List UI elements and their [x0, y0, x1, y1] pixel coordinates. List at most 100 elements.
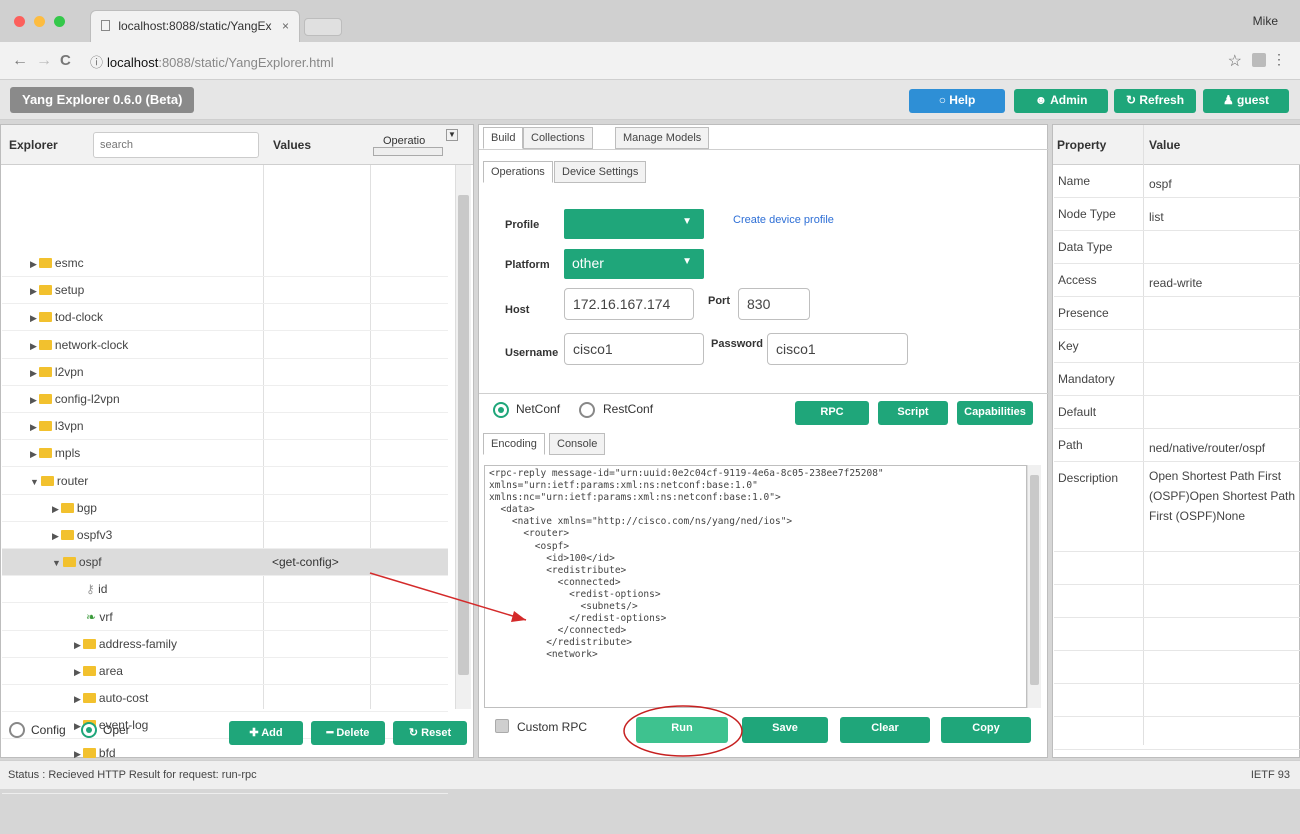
tree-node[interactable]: ▶ setup	[30, 283, 84, 297]
site-info-icon[interactable]: ⓘ	[90, 55, 103, 70]
tree-node[interactable]: ▶ bgp	[52, 501, 97, 515]
tree-row[interactable]: ▶ l2vpn	[2, 359, 448, 386]
tree-row[interactable]: ▶ bgp	[2, 495, 448, 522]
tree-row[interactable]: ▶ auto-cost	[2, 685, 448, 713]
browser-user-name[interactable]: Mike	[1253, 14, 1278, 28]
port-field[interactable]: 830	[738, 288, 810, 320]
new-tab-button[interactable]	[304, 18, 342, 36]
tree-row[interactable]: ▶ address-family	[2, 631, 448, 658]
back-icon[interactable]: ←	[12, 52, 28, 70]
tab-build[interactable]: Build	[483, 127, 524, 149]
collapsed-arrow-icon[interactable]: ▶	[52, 504, 59, 514]
column-menu-icon[interactable]: ▼	[446, 129, 458, 141]
admin-button[interactable]: ☻ Admin	[1014, 89, 1108, 113]
collapsed-arrow-icon[interactable]: ▶	[30, 449, 37, 459]
tree-node[interactable]: ▶ l3vpn	[30, 419, 84, 433]
tree-row[interactable]: ▶ l3vpn	[2, 413, 448, 441]
tree-node[interactable]: ▶ esmc	[30, 256, 84, 270]
tab-device-settings[interactable]: Device Settings	[554, 161, 647, 183]
browser-menu-icon[interactable]: ⋮	[1272, 51, 1286, 68]
tree-row[interactable]: ▶ ospfv3	[2, 522, 448, 549]
tree-node[interactable]: ⚷ id	[86, 582, 107, 596]
capabilities-button[interactable]: Capabilities	[957, 401, 1033, 425]
collapsed-arrow-icon[interactable]: ▶	[30, 341, 37, 351]
tree-row[interactable]: ▶ config-l2vpn	[2, 386, 448, 413]
expanded-arrow-icon[interactable]: ▼	[52, 558, 61, 568]
collapsed-arrow-icon[interactable]: ▶	[30, 368, 37, 378]
tree-row[interactable]: ▼ router	[2, 468, 448, 495]
host-field[interactable]: 172.16.167.174	[564, 288, 694, 320]
collapsed-arrow-icon[interactable]: ▶	[74, 721, 81, 731]
tab-encoding[interactable]: Encoding	[483, 433, 545, 455]
tree-row[interactable]: ❧ vrf	[2, 604, 448, 631]
tree-node-value[interactable]: <get-config>	[272, 555, 339, 569]
clear-button[interactable]: Clear	[840, 717, 930, 743]
collapsed-arrow-icon[interactable]: ▶	[74, 749, 81, 759]
tree-node[interactable]: ▶ auto-cost	[74, 691, 148, 705]
expanded-arrow-icon[interactable]: ▼	[30, 477, 39, 487]
xml-output[interactable]: <rpc-reply message-id="urn:uuid:0e2c04cf…	[484, 465, 1027, 708]
copy-button[interactable]: Copy	[941, 717, 1031, 743]
custom-rpc-checkbox[interactable]	[495, 719, 509, 733]
bookmark-star-icon[interactable]: ☆	[1228, 51, 1242, 71]
user-button[interactable]: ♟ guest	[1203, 89, 1289, 113]
operation-scroll-control[interactable]	[373, 147, 443, 156]
tree-node[interactable]: ❧ vrf	[86, 610, 113, 624]
username-field[interactable]: cisco1	[564, 333, 704, 365]
tree-scrollbar[interactable]	[455, 165, 471, 709]
password-field[interactable]: cisco1	[767, 333, 908, 365]
refresh-button[interactable]: ↻ Refresh	[1114, 89, 1196, 113]
config-radio[interactable]	[9, 722, 25, 738]
url-field[interactable]: ⓘ localhost:8088/static/YangExplorer.html	[90, 52, 334, 71]
tree-row[interactable]: ▶ esmc	[2, 250, 448, 277]
tree-node[interactable]: ▶ address-family	[74, 637, 177, 651]
collapsed-arrow-icon[interactable]: ▶	[74, 640, 81, 650]
save-button[interactable]: Save	[742, 717, 828, 743]
tree-row[interactable]: ▶ mpls	[2, 440, 448, 468]
tree-row[interactable]: ▶ area	[2, 658, 448, 685]
tree-node[interactable]: ▶ network-clock	[30, 338, 128, 352]
forward-icon[interactable]: →	[36, 52, 52, 70]
rpc-button[interactable]: RPC	[795, 401, 869, 425]
tree-row[interactable]: ▶ network-clock	[2, 332, 448, 359]
add-button[interactable]: ✚ Add	[229, 721, 303, 745]
tree-node[interactable]: ▼ ospf	[52, 555, 102, 569]
tree-node[interactable]: ▼ router	[30, 474, 88, 488]
minimize-window-icon[interactable]	[34, 16, 45, 27]
browser-tab[interactable]: localhost:8088/static/YangEx ×	[90, 10, 300, 42]
profile-select[interactable]: ▼	[564, 209, 704, 239]
tree-row[interactable]: ⚷ id	[2, 576, 448, 604]
maximize-window-icon[interactable]	[54, 16, 65, 27]
tab-close-icon[interactable]: ×	[282, 19, 289, 33]
tree-node[interactable]: ▶ ospfv3	[52, 528, 112, 542]
collapsed-arrow-icon[interactable]: ▶	[74, 667, 81, 677]
tree-node[interactable]: ▶ tod-clock	[30, 310, 103, 324]
tab-operations[interactable]: Operations	[483, 161, 553, 183]
script-button[interactable]: Script	[878, 401, 948, 425]
tree-row[interactable]: ▶ tod-clock	[2, 304, 448, 332]
reload-icon[interactable]: C	[60, 52, 71, 69]
collapsed-arrow-icon[interactable]: ▶	[74, 694, 81, 704]
collapsed-arrow-icon[interactable]: ▶	[30, 286, 37, 296]
xml-scroll-thumb[interactable]	[1030, 475, 1039, 685]
create-device-profile-link[interactable]: Create device profile	[733, 214, 834, 226]
xml-scrollbar[interactable]	[1027, 465, 1041, 708]
platform-select[interactable]: other ▼	[564, 249, 704, 279]
close-window-icon[interactable]	[14, 16, 25, 27]
collapsed-arrow-icon[interactable]: ▶	[30, 259, 37, 269]
tree-node[interactable]: ▶ l2vpn	[30, 365, 84, 379]
tree-row[interactable]: ▼ ospf <get-config>	[2, 549, 448, 577]
collapsed-arrow-icon[interactable]: ▶	[30, 422, 37, 432]
tab-manage-models[interactable]: Manage Models	[615, 127, 710, 149]
tree-scroll-thumb[interactable]	[458, 195, 469, 675]
help-button[interactable]: ○ Help	[909, 89, 1005, 113]
tree-node[interactable]: ▶ area	[74, 664, 123, 678]
tab-collections[interactable]: Collections	[523, 127, 593, 149]
search-input[interactable]	[93, 132, 259, 158]
tree-node[interactable]: ▶ bfd	[74, 746, 116, 760]
netconf-radio[interactable]	[493, 402, 509, 418]
tree-row[interactable]: ▶ setup	[2, 277, 448, 305]
restconf-radio[interactable]	[579, 402, 595, 418]
collapsed-arrow-icon[interactable]: ▶	[30, 313, 37, 323]
run-button[interactable]: Run	[636, 717, 728, 743]
